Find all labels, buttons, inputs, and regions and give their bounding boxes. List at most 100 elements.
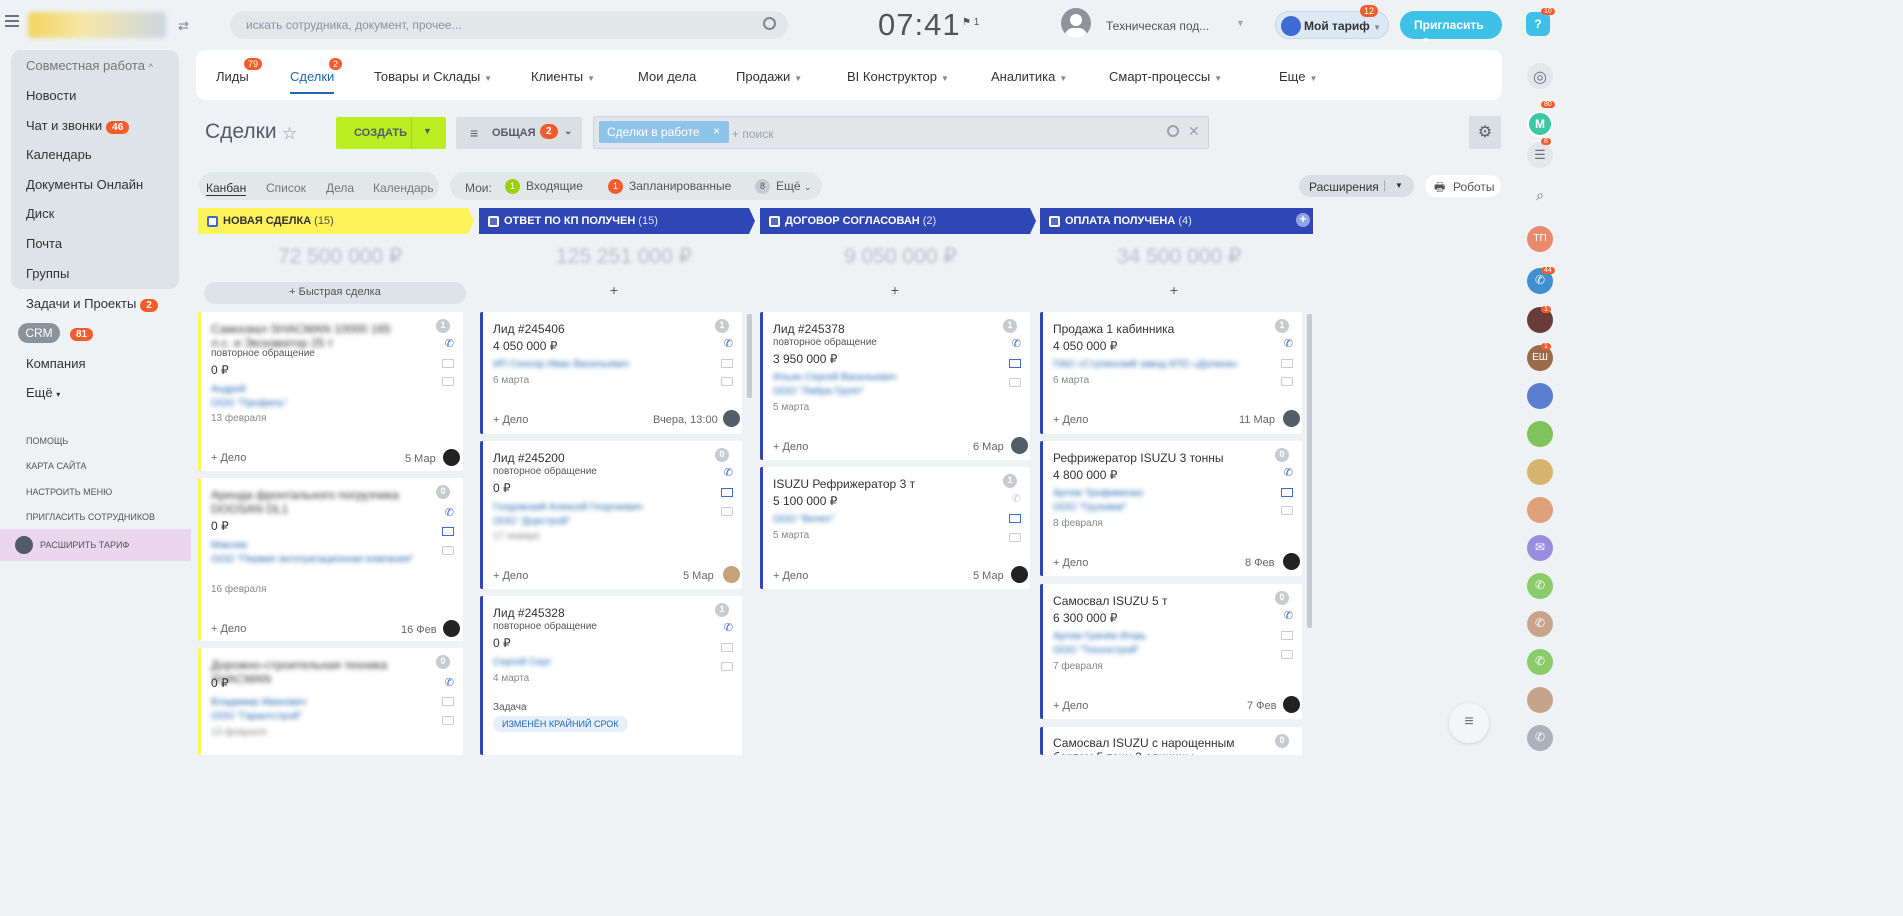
phone-icon[interactable]: ✆ xyxy=(1527,649,1553,675)
left-menu-group-label[interactable]: Совместная работа ^ xyxy=(26,58,153,73)
left-menu-item-company[interactable]: Компания xyxy=(26,356,86,371)
global-search-input[interactable]: искать сотрудника, документ, прочее... xyxy=(230,11,788,39)
deal-title[interactable]: Лид #245200 xyxy=(493,451,565,465)
view-kanban[interactable]: Канбан xyxy=(206,181,247,196)
deal-company[interactable]: ООО "Дорстрой" xyxy=(493,516,571,527)
deal-contact[interactable]: ООО "Велес" xyxy=(773,514,835,525)
left-menu-item-tasks[interactable]: Задачи и Проекты 2 xyxy=(26,296,158,312)
create-button[interactable]: СОЗДАТЬ ▼ xyxy=(336,117,446,149)
mail-icon[interactable] xyxy=(442,359,454,368)
chat-icon[interactable] xyxy=(1009,378,1021,387)
column-header-payment-received[interactable]: ОПЛАТА ПОЛУЧЕНА (4) + xyxy=(1040,208,1313,234)
left-menu-item-mail[interactable]: Почта xyxy=(26,236,62,251)
phone-icon[interactable]: ✆ xyxy=(1527,725,1553,751)
tab-leads[interactable]: Лиды xyxy=(216,69,249,84)
deal-title[interactable]: ISUZU Рефрижератор 3 т xyxy=(773,477,915,491)
deal-title[interactable]: Самосвал ISUZU 5 т xyxy=(1053,594,1168,608)
phone-icon[interactable]: ✆ xyxy=(1527,573,1553,599)
add-activity-button[interactable]: + Дело xyxy=(493,414,528,426)
search-icon[interactable]: ⌕ xyxy=(1527,182,1553,208)
target-icon[interactable]: ◎ xyxy=(1527,63,1553,89)
mail-icon[interactable] xyxy=(1009,514,1021,523)
phone-icon[interactable]: ✆ xyxy=(1012,337,1021,350)
column-header-offer-received[interactable]: ОТВЕТ ПО КП ПОЛУЧЕН (15) xyxy=(479,208,755,234)
contact-card-icon[interactable] xyxy=(1527,421,1553,447)
chat-icon[interactable] xyxy=(442,716,454,725)
add-deal-button[interactable]: + xyxy=(483,282,745,304)
close-icon[interactable]: × xyxy=(713,124,720,138)
deal-title[interactable]: Дорожно-строительная техника SHACMAN xyxy=(211,658,436,686)
responsible-avatar[interactable] xyxy=(723,410,740,427)
phone-icon[interactable]: ✆ xyxy=(445,506,454,519)
help-link[interactable]: ПОМОЩЬ xyxy=(26,436,68,446)
expand-tariff-button[interactable]: РАСШИРИТЬ ТАРИФ xyxy=(0,529,191,561)
add-activity-button[interactable]: + Дело xyxy=(773,570,808,582)
mail-icon[interactable] xyxy=(442,697,454,706)
add-column-icon[interactable]: + xyxy=(1296,213,1310,227)
deal-card[interactable]: Самосвал SHACMAN 10000 165 л.с. и Экскав… xyxy=(198,312,463,471)
search-icon[interactable] xyxy=(763,17,776,30)
user-avatar[interactable] xyxy=(1061,8,1091,38)
deal-card[interactable]: Самосвал ISUZU 5 т 6 300 000 ₽ Артем Гра… xyxy=(1040,584,1302,719)
tab-smart-processes[interactable]: Смарт-процессы ▼ xyxy=(1109,69,1222,84)
responsible-avatar[interactable] xyxy=(1011,437,1028,454)
tab-analytics[interactable]: Аналитика ▼ xyxy=(991,69,1067,84)
filter-tag[interactable]: Сделки в работе × xyxy=(599,121,729,143)
mail-icon[interactable] xyxy=(1281,631,1293,640)
robots-button[interactable]: 🖶 Роботы xyxy=(1425,175,1501,197)
phone-icon[interactable]: ✆ xyxy=(445,337,454,350)
deal-card[interactable]: Рефрижератор ISUZU 3 тонны 4 800 000 ₽ А… xyxy=(1040,441,1302,576)
add-activity-button[interactable]: + Дело xyxy=(211,452,246,464)
deal-company[interactable]: ООО "Грузовик" xyxy=(1053,502,1127,513)
incoming-filter[interactable]: 1 Входящие xyxy=(505,179,583,195)
tab-sales[interactable]: Продажи ▼ xyxy=(736,69,802,84)
tab-bi-builder[interactable]: BI Конструктор ▼ xyxy=(847,69,949,84)
deal-card[interactable]: Лид #245378 повторное обращение 3 950 00… xyxy=(760,312,1030,460)
phone-icon[interactable]: ✆ xyxy=(1527,611,1553,637)
group-chat-icon[interactable] xyxy=(1527,383,1553,409)
filter-button[interactable]: ≡ ОБЩАЯ ⌄ xyxy=(456,117,582,149)
mail-icon[interactable] xyxy=(721,488,733,497)
phone-icon[interactable]: ✆ xyxy=(1284,609,1293,622)
chevron-down-icon[interactable]: ▼ xyxy=(1236,18,1245,28)
chat-icon[interactable] xyxy=(442,546,454,555)
deal-company[interactable]: ООО "Первая эксплуатационная компания" xyxy=(211,554,414,565)
responsible-avatar[interactable] xyxy=(723,566,740,583)
responsible-avatar[interactable] xyxy=(443,449,460,466)
tab-clients[interactable]: Клиенты ▼ xyxy=(531,69,595,84)
mail-icon[interactable] xyxy=(1281,359,1293,368)
star-icon[interactable]: ☆ xyxy=(282,124,297,144)
add-activity-button[interactable]: + Дело xyxy=(1053,414,1088,426)
chat-icon[interactable] xyxy=(721,507,733,516)
deal-title[interactable]: Аренда фронтального погрузчика DOOSAN DL… xyxy=(211,488,421,516)
contact-avatar[interactable] xyxy=(1527,459,1553,485)
deal-card[interactable]: ISUZU Рефрижератор 3 т 5 100 000 ₽ ООО "… xyxy=(760,467,1030,589)
deal-contact[interactable]: Артем Трофименко xyxy=(1053,488,1143,499)
sitemap-link[interactable]: КАРТА САЙТА xyxy=(26,461,87,471)
add-activity-button[interactable]: + Дело xyxy=(1053,557,1088,569)
planned-filter[interactable]: 1 Запланированные xyxy=(608,179,731,195)
left-menu-item-more[interactable]: Ещё ▾ xyxy=(26,385,60,400)
left-menu-item-chat[interactable]: Чат и звонки 46 xyxy=(26,118,130,134)
mail-icon[interactable] xyxy=(721,359,733,368)
chat-icon[interactable] xyxy=(721,662,733,671)
deal-title[interactable]: Самосвал SHACMAN 10000 165 л.с. и Экскав… xyxy=(211,322,411,350)
tab-deals[interactable]: Сделки xyxy=(290,69,335,94)
deal-contact[interactable]: Артем Грачёв Игорь xyxy=(1053,631,1146,642)
add-activity-button[interactable]: + Дело xyxy=(773,441,808,453)
deal-contact[interactable]: Ильин Сергей Васильевич xyxy=(773,372,896,383)
left-menu-item-calendar[interactable]: Календарь xyxy=(26,147,92,162)
chat-icon[interactable]: ☰ xyxy=(1527,142,1553,168)
extensions-button[interactable]: Расширения | ▼ xyxy=(1299,175,1414,197)
phone-icon[interactable]: ✆ xyxy=(724,466,733,479)
contact-avatar[interactable] xyxy=(1527,687,1553,713)
deal-title[interactable]: Лид #245378 xyxy=(773,322,845,336)
deal-contact[interactable]: Сергей Серт xyxy=(493,657,551,668)
deal-company[interactable]: ООО "Технострой" xyxy=(1053,645,1139,656)
add-deal-button[interactable]: + xyxy=(764,282,1026,304)
deal-contact[interactable]: Голдовский Алексей Георгиевич xyxy=(493,502,643,513)
view-list[interactable]: Список xyxy=(266,181,306,195)
deal-contact[interactable]: Максим xyxy=(211,540,247,551)
deal-card[interactable]: Аренда фронтального погрузчика DOOSAN DL… xyxy=(198,478,463,641)
gear-icon[interactable]: ⚙ xyxy=(1469,116,1501,149)
